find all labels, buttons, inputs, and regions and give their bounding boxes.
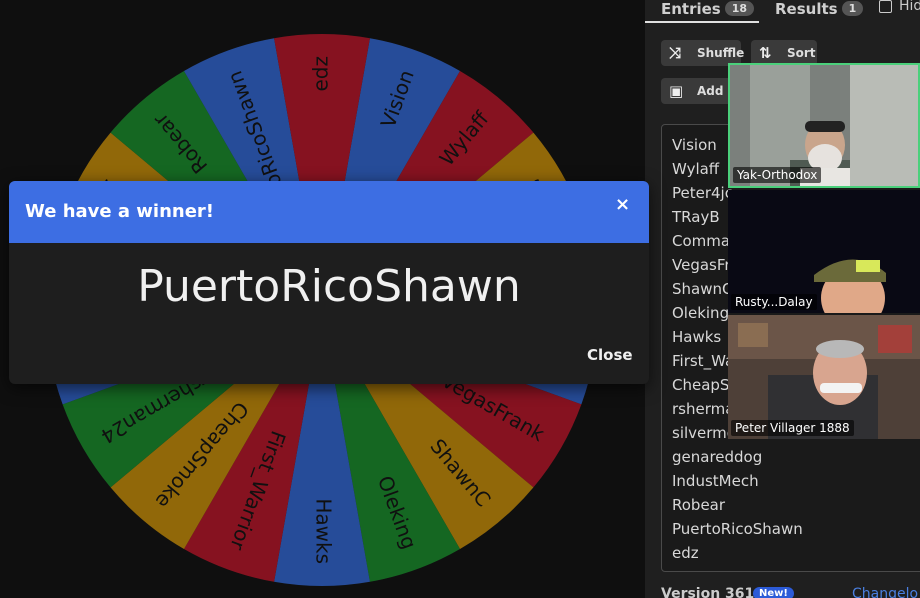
winner-dialog: We have a winner! × PuertoRicoShawn Clos… — [9, 181, 649, 384]
version-label: Version 361 — [661, 586, 755, 598]
entry-line: Oleking — [672, 304, 730, 322]
changelog-link[interactable]: Changelo — [852, 586, 918, 598]
entry-line: genareddog — [672, 448, 763, 466]
participant-name: Yak-Orthodox — [733, 167, 822, 183]
tab-entries-label: Entries — [661, 0, 721, 18]
close-button[interactable]: Close — [587, 346, 633, 364]
entry-line: Robear — [672, 496, 726, 514]
entry-line: silvermo — [672, 424, 736, 442]
new-badge: New! — [753, 587, 794, 598]
video-tile-rusty-dalay[interactable]: Rusty...Dalay — [728, 190, 920, 313]
hide-checkbox[interactable] — [879, 0, 892, 13]
entry-line: IndustMech — [672, 472, 759, 490]
entry-line: CheapS — [672, 376, 730, 394]
video-tile-peter-villager[interactable]: Peter Villager 1888 — [728, 315, 920, 439]
winner-name: PuertoRicoShawn — [137, 261, 521, 312]
results-count-badge: 1 — [841, 1, 864, 16]
entry-line: VegasFr — [672, 256, 731, 274]
entry-line: Vision — [672, 136, 717, 154]
participant-name: Rusty...Dalay — [731, 294, 817, 310]
entry-line: Peter4jc — [672, 184, 733, 202]
entries-count-badge: 18 — [724, 1, 755, 16]
shuffle-icon: ⤨ — [669, 44, 682, 62]
tab-results-label: Results — [775, 0, 838, 18]
video-tile-yak-orthodox[interactable]: Yak-Orthodox — [728, 63, 920, 188]
hide-label: Hide — [899, 0, 920, 14]
entry-line: Comma — [672, 232, 731, 250]
entry-line: First_Wa — [672, 352, 735, 370]
entry-line: rsherma — [672, 400, 735, 418]
participant-name: Peter Villager 1888 — [731, 420, 854, 436]
active-tab-indicator — [645, 21, 759, 23]
entry-line: TRayB — [672, 208, 720, 226]
close-icon[interactable]: × — [615, 194, 630, 215]
entry-line: Hawks — [672, 328, 722, 346]
entry-line: Wylaff — [672, 160, 720, 178]
entry-line: edz — [672, 544, 699, 562]
dialog-title: We have a winner! — [25, 201, 214, 222]
tab-results[interactable]: Results 1 — [775, 0, 864, 22]
image-icon: ▣ — [669, 82, 684, 100]
tab-entries[interactable]: Entries 18 — [661, 0, 755, 22]
entry-line: ShawnC — [672, 280, 733, 298]
entry-line: PuertoRicoShawn — [672, 520, 803, 538]
